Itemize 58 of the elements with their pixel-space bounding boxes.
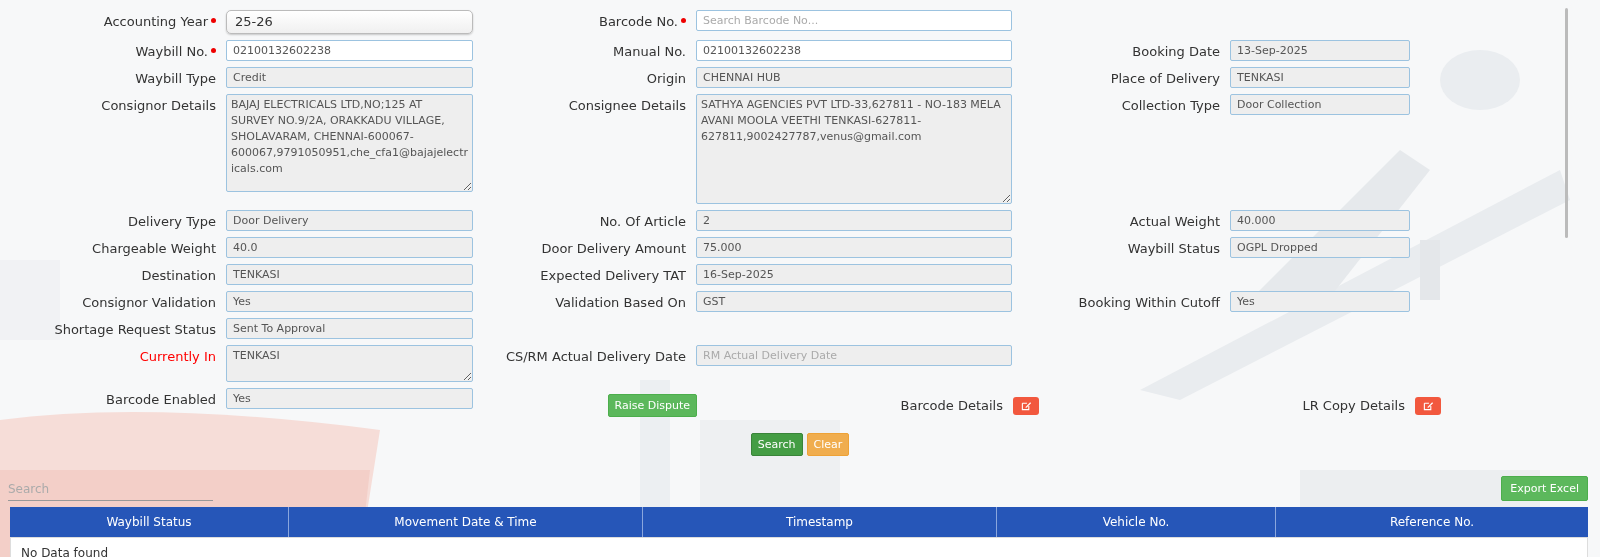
field-label: Shortage Request Status: [54, 322, 216, 337]
field-label: Accounting Year: [103, 14, 208, 29]
readonly-field[interactable]: GST: [696, 291, 1012, 312]
field-label: Place of Delivery: [1110, 71, 1220, 86]
input-field[interactable]: 02100132602238: [226, 40, 473, 61]
field-label: Manual No.: [613, 44, 686, 59]
readonly-field[interactable]: 75.000: [696, 237, 1012, 258]
field-label: Consignee Details: [568, 98, 686, 113]
readonly-field[interactable]: 13-Sep-2025: [1230, 40, 1410, 61]
field-label: Chargeable Weight: [92, 241, 216, 256]
scrollbar[interactable]: [1565, 8, 1568, 238]
readonly-field[interactable]: TENKASI: [1230, 67, 1410, 88]
readonly-field[interactable]: Yes: [226, 291, 473, 312]
field-label: Door Delivery Amount: [541, 241, 686, 256]
readonly-field[interactable]: Door Collection: [1230, 94, 1410, 115]
readonly-field[interactable]: 16-Sep-2025: [696, 264, 1012, 285]
readonly-field[interactable]: Credit: [226, 67, 473, 88]
column-header: Waybill Status: [105, 514, 193, 531]
readonly-field[interactable]: Door Delivery: [226, 210, 473, 231]
field-label: CS/RM Actual Delivery Date: [505, 349, 686, 364]
readonly-field[interactable]: 40.0: [226, 237, 473, 258]
field-label: Delivery Type: [128, 214, 216, 229]
readonly-field[interactable]: RM Actual Delivery Date: [696, 345, 1012, 366]
field-label: Consignor Validation: [82, 295, 216, 310]
readonly-field[interactable]: Sent To Approval: [226, 318, 473, 339]
field-label: Waybill No.: [135, 44, 208, 59]
field-label: Booking Within Cutoff: [1078, 295, 1220, 310]
readonly-field[interactable]: 2: [696, 210, 1012, 231]
field-label: Expected Delivery TAT: [540, 268, 686, 283]
readonly-field[interactable]: CHENNAI HUB: [696, 67, 1012, 88]
search-field[interactable]: Search: [8, 478, 213, 501]
field-label: Validation Based On: [555, 295, 686, 310]
field-label: Barcode No.: [599, 14, 678, 29]
text-area[interactable]: BAJAJ ELECTRICALS LTD,NO;125 AT SURVEY NO.9/2A, ORAKKADU VILLAGE, SHOLAVARAM, CHENNAI-600067-600067,9791050951,che_cfa1@bajajelectricals.com: [226, 94, 473, 192]
field-label: Destination: [141, 268, 216, 283]
readonly-field[interactable]: Yes: [1230, 291, 1410, 312]
field-label: Origin: [646, 71, 686, 86]
text-area[interactable]: TENKASI: [226, 345, 473, 382]
readonly-field[interactable]: Yes: [226, 388, 473, 409]
field-label: Currently In: [139, 349, 216, 364]
year-select[interactable]: 25-26: [226, 10, 473, 34]
readonly-field[interactable]: 40.000: [1230, 210, 1410, 231]
empty-message: No Data found: [21, 546, 108, 557]
field-label: Waybill Type: [135, 71, 216, 86]
input-field[interactable]: Search Barcode No...: [696, 10, 1012, 31]
field-label: No. Of Article: [599, 214, 686, 229]
field-label: Barcode Enabled: [106, 392, 216, 407]
input-field[interactable]: 02100132602238: [696, 40, 1012, 61]
field-label: Barcode Details: [900, 398, 1003, 413]
field-label: Actual Weight: [1129, 214, 1220, 229]
readonly-field[interactable]: OGPL Dropped: [1230, 237, 1410, 258]
readonly-field[interactable]: TENKASI: [226, 264, 473, 285]
field-label: Waybill Status: [1127, 241, 1220, 256]
field-label: Consignor Details: [101, 98, 216, 113]
field-label: Booking Date: [1132, 44, 1220, 59]
field-label: Collection Type: [1121, 98, 1220, 113]
field-label: LR Copy Details: [1302, 398, 1405, 413]
text-area[interactable]: SATHYA AGENCIES PVT LTD-33,627811 - NO-183 MELA AVANI MOOLA VEETHI TENKASI-627811-627811,9002427787,venus@gmail.com: [696, 94, 1012, 204]
